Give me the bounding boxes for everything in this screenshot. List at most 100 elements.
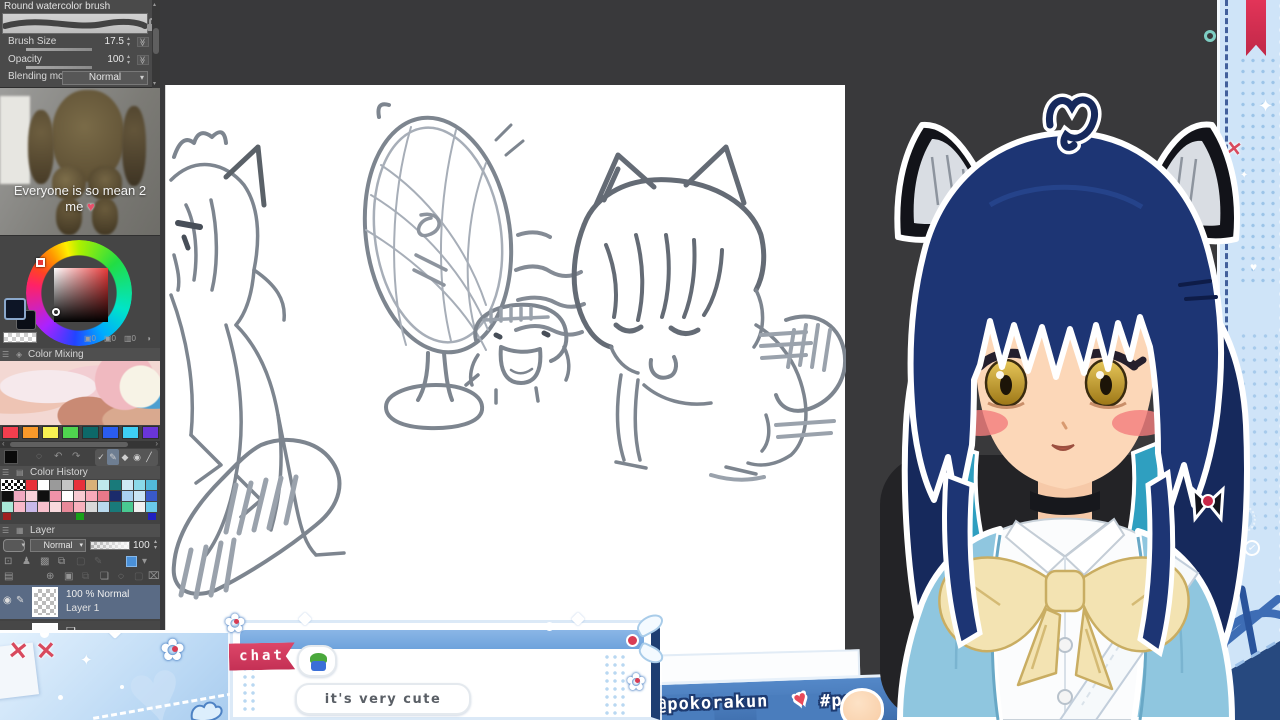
history-swatch[interactable] [50, 480, 61, 490]
layer-color-icon[interactable] [126, 556, 137, 567]
menu-icon[interactable]: ☰ [2, 466, 9, 479]
list-view-icon[interactable]: ▤ [4, 571, 13, 582]
history-swatch[interactable] [134, 502, 145, 512]
brush-size-slider[interactable] [26, 48, 92, 51]
pen-tool[interactable]: ✎ [107, 449, 119, 465]
mask-icon[interactable]: ▢ [76, 556, 85, 567]
history-swatch[interactable] [26, 491, 37, 501]
transfer-icon[interactable]: ⧉ [82, 571, 89, 582]
history-swatch[interactable] [110, 480, 121, 490]
colorset-option-icon[interactable]: ▣0 [104, 334, 116, 343]
mixing-scrollbar[interactable]: ‹ › [0, 439, 160, 448]
layer-shape-select[interactable]: ▾ [3, 539, 25, 552]
mix-swatch[interactable] [82, 426, 99, 439]
color-mixing-area[interactable] [0, 361, 160, 425]
scroll-up-icon[interactable]: ▴ [153, 1, 156, 8]
history-swatch[interactable] [86, 480, 97, 490]
history-swatch[interactable] [38, 502, 49, 512]
history-swatch[interactable] [74, 502, 85, 512]
history-swatch[interactable] [146, 491, 157, 501]
history-swatch[interactable] [122, 480, 133, 490]
history-swatch[interactable] [50, 491, 61, 501]
opacity-down-icon[interactable]: ▾ [152, 545, 159, 551]
mix-swatch[interactable] [62, 426, 79, 439]
history-swatch[interactable] [38, 480, 49, 490]
hue-marker[interactable] [36, 258, 45, 267]
eyedropper-tool[interactable]: ╱ [143, 449, 155, 465]
history-swatch[interactable] [122, 491, 133, 501]
undo-icon[interactable]: ↶ [54, 451, 62, 462]
scroll-down-icon[interactable]: ▾ [153, 80, 156, 87]
brush-size-row[interactable]: Brush Size 17.5 ▴ ▾ ≫ [0, 35, 150, 52]
colorset-option-icon[interactable]: ▣0 [84, 334, 96, 343]
transparent-color-chip[interactable] [3, 332, 37, 343]
mask-layer-icon[interactable]: ▢ [134, 571, 143, 582]
mix-swatch[interactable] [122, 426, 139, 439]
history-swatch[interactable] [62, 491, 73, 501]
history-swatch[interactable] [110, 491, 121, 501]
saturation-value-square[interactable] [54, 268, 108, 322]
select-icon[interactable]: ◌ [36, 451, 42, 462]
history-swatch[interactable] [3, 513, 11, 520]
duplicate-icon[interactable]: ❏ [100, 571, 109, 582]
history-swatch[interactable] [2, 491, 13, 501]
history-swatch[interactable] [134, 480, 145, 490]
mix-swatch[interactable] [142, 426, 159, 439]
history-swatch[interactable] [38, 491, 49, 501]
opacity-value[interactable]: 100 [107, 54, 124, 65]
history-swatch[interactable] [62, 502, 73, 512]
sv-cursor[interactable] [52, 308, 60, 316]
history-swatch[interactable] [146, 480, 157, 490]
layer-opacity-value[interactable]: 100 [133, 540, 150, 551]
history-swatch[interactable] [74, 480, 85, 490]
new-layer-icon[interactable]: ⊕ [46, 571, 54, 582]
opacity-slider[interactable] [26, 66, 92, 69]
history-swatch[interactable] [14, 480, 25, 490]
draft-icon[interactable]: ✎ [94, 556, 102, 567]
history-swatch[interactable] [146, 502, 157, 512]
layer-thumbnail[interactable] [32, 587, 58, 617]
history-swatch[interactable] [122, 502, 133, 512]
new-folder-icon[interactable]: ▣ [64, 571, 73, 582]
mix-swatch[interactable] [102, 426, 119, 439]
layer-row-selected[interactable]: ◉ ✎ 100 % Normal Layer 1 [0, 585, 160, 619]
brush-stroke-preview[interactable] [2, 13, 148, 34]
history-swatch[interactable] [14, 502, 25, 512]
menu-icon[interactable]: ☰ [2, 348, 9, 361]
history-swatch[interactable] [50, 502, 61, 512]
history-swatch[interactable] [98, 480, 109, 490]
history-swatch[interactable] [1, 479, 14, 491]
scroll-right-icon[interactable]: › [155, 439, 158, 448]
history-swatch[interactable] [148, 513, 156, 520]
panel-scrollbar[interactable]: ▴ ▾ [152, 0, 160, 88]
chevron-down-icon[interactable]: ▾ [142, 556, 147, 567]
scrollbar-thumb[interactable] [153, 28, 159, 54]
layer-name[interactable]: Layer 1 [66, 603, 99, 614]
reference-icon[interactable]: ♟ [22, 556, 31, 567]
history-swatch[interactable] [98, 491, 109, 501]
clip-icon[interactable]: ⊡ [4, 556, 12, 567]
layer-opacity-slider[interactable] [90, 541, 130, 550]
water-tool[interactable]: ◉ [131, 449, 143, 465]
knife-tool[interactable]: ◆ [119, 449, 131, 465]
opacity-down-icon[interactable]: ▾ [125, 60, 132, 66]
history-swatch[interactable] [26, 502, 37, 512]
history-swatch[interactable] [26, 480, 37, 490]
history-swatch[interactable] [14, 491, 25, 501]
opacity-dynamics-button[interactable]: ≫ [137, 55, 149, 65]
mix-swatch[interactable] [22, 426, 39, 439]
history-swatch[interactable] [86, 502, 97, 512]
opacity-row[interactable]: Opacity 100 ▴ ▾ ≫ [0, 53, 150, 70]
history-swatch[interactable] [2, 502, 13, 512]
size-dynamics-button[interactable]: ≫ [137, 37, 149, 47]
delete-layer-icon[interactable]: ⌧ [148, 571, 160, 582]
foreground-color-swatch[interactable] [4, 298, 26, 320]
merge-icon[interactable]: ◌ [118, 571, 124, 582]
history-swatch[interactable] [110, 502, 121, 512]
history-swatch[interactable] [76, 513, 84, 520]
mix-swatch[interactable] [2, 426, 19, 439]
history-swatch[interactable] [98, 502, 109, 512]
history-swatch[interactable] [86, 491, 97, 501]
history-swatch[interactable] [74, 491, 85, 501]
blend-brush-tool[interactable]: ✓ [95, 449, 107, 465]
